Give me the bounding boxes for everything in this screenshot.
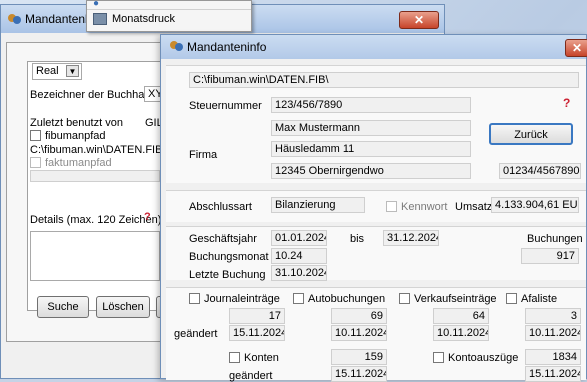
- help-icon[interactable]: ?: [563, 96, 570, 110]
- loeschen-button[interactable]: Löschen: [96, 296, 150, 318]
- umsatz-field: 4.133.904,61 EUR: [491, 197, 579, 213]
- chevron-down-icon[interactable]: ▼: [66, 65, 79, 77]
- geschaeftsjahr-label: Geschäftsjahr: [189, 233, 257, 245]
- journal-count: 17: [229, 308, 285, 324]
- mode-select[interactable]: Real ▼: [32, 63, 82, 80]
- firma-name: Max Mustermann: [271, 120, 471, 136]
- mandanteninfo-title: Mandanteninfo: [187, 40, 267, 54]
- details-textarea[interactable]: [30, 231, 160, 281]
- afa-count: 3: [525, 308, 581, 324]
- verkauf-count: 64: [433, 308, 489, 324]
- steuernummer-field: 123/456/7890: [271, 97, 471, 113]
- kennwort-checkbox: Kennwort: [386, 201, 447, 213]
- popup-menu: ● Monatsdruck: [86, 0, 252, 32]
- fibuman-checkbox[interactable]: fibumanpfad: [30, 130, 106, 142]
- verkauf-date: 10.11.2024: [433, 325, 489, 341]
- afa-checkbox[interactable]: Afaliste: [506, 293, 557, 305]
- path-field: C:\fibuman.win\DATEN.FIB\: [189, 72, 579, 88]
- abschlussart-label: Abschlussart: [189, 201, 252, 213]
- afa-date: 10.11.2024: [525, 325, 581, 341]
- konto-checkbox[interactable]: Kontoauszüge: [433, 352, 518, 364]
- mandanteninfo-titlebar: Mandanteninfo: [161, 35, 586, 59]
- auto-date: 10.11.2024: [331, 325, 387, 341]
- konten-checkbox[interactable]: Konten: [229, 352, 279, 364]
- details-label: Details (max. 120 Zeichen): [30, 214, 162, 226]
- letzte-buchung-label: Letzte Buchung: [189, 269, 266, 281]
- faktuman-checkbox: faktumanpfad: [30, 157, 112, 169]
- faktuman-path-field: [30, 170, 160, 182]
- steuernummer-label: Steuernummer: [189, 100, 262, 112]
- suche-button[interactable]: Suche: [37, 296, 89, 318]
- geaendert-label-2: geändert: [229, 370, 273, 382]
- konto-date: 15.11.2024: [525, 366, 581, 382]
- phone-field: 01234/45678900: [499, 163, 581, 179]
- firma-label: Firma: [189, 149, 218, 161]
- label-zuletzt: Zuletzt benutzt von: [30, 117, 123, 129]
- buchungsmonat-label: Buchungsmonat: [189, 251, 269, 263]
- menu-divider: [87, 9, 251, 10]
- mandanteninfo-window: Mandanteninfo ✕ C:\fibuman.win\DATEN.FIB…: [160, 34, 587, 382]
- journal-checkbox[interactable]: Journaleinträge: [189, 293, 280, 305]
- abschlussart-field: Bilanzierung: [271, 197, 365, 213]
- konten-count: 159: [331, 349, 387, 365]
- auto-count: 69: [331, 308, 387, 324]
- auto-checkbox[interactable]: Autobuchungen: [293, 293, 385, 305]
- verkauf-checkbox[interactable]: Verkaufseinträge: [399, 293, 497, 305]
- zurueck-button[interactable]: Zurück: [489, 123, 573, 145]
- close-button[interactable]: ✕: [565, 39, 587, 57]
- umsatz-label: Umsatz: [455, 201, 493, 213]
- close-button[interactable]: ✕: [399, 11, 439, 29]
- konten-date: 15.11.2024: [331, 366, 387, 382]
- buchungen-field: 917: [521, 248, 579, 264]
- buchungsmonat-field: 10.24: [271, 248, 327, 264]
- partial-icon: ●: [93, 0, 100, 9]
- konto-count: 1834: [525, 349, 581, 365]
- buchungen-label: Buchungen: [527, 233, 583, 245]
- firma-city: 12345 Obernirgendwo: [271, 163, 471, 179]
- fibuman-path: C:\fibuman.win\DATEN.FIB\: [30, 144, 166, 156]
- help-icon[interactable]: ?: [144, 211, 151, 223]
- gj-from-field: 01.01.2024: [271, 230, 327, 246]
- menu-item-monatsdruck[interactable]: Monatsdruck: [93, 13, 175, 25]
- letzte-buchung-field: 31.10.2024: [271, 265, 327, 281]
- firma-street: Häusledamm 11: [271, 141, 471, 157]
- app-icon: [7, 12, 21, 26]
- gj-to-field: 31.12.2024: [383, 230, 439, 246]
- geaendert-label: geändert: [174, 328, 218, 340]
- print-icon: [93, 13, 107, 25]
- app-icon: [169, 39, 183, 56]
- journal-date: 15.11.2024: [229, 325, 285, 341]
- bis-label: bis: [350, 233, 365, 245]
- menu-item-partial[interactable]: ●: [93, 0, 99, 9]
